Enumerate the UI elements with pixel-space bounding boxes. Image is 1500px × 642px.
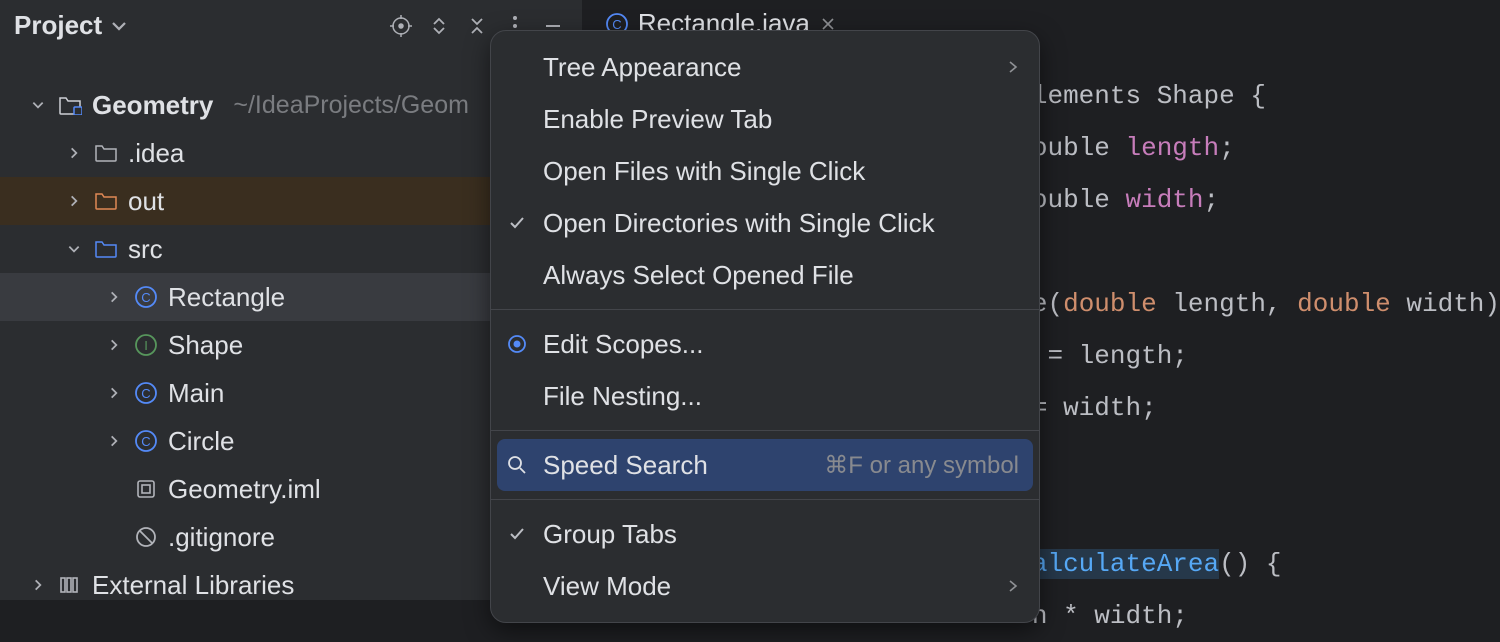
- tree-item-label: Shape: [168, 330, 243, 361]
- tree-item-label: Circle: [168, 426, 234, 457]
- gitignore-icon: [134, 526, 158, 548]
- menu-edit-scopes[interactable]: Edit Scopes...: [491, 318, 1039, 370]
- tree-item-label: External Libraries: [92, 570, 294, 601]
- menu-shortcut: ⌘F or any symbol: [824, 451, 1019, 480]
- interface-icon: I: [134, 334, 158, 356]
- menu-open-dirs-single[interactable]: Open Directories with Single Click: [491, 197, 1039, 249]
- tree-item-label: Rectangle: [168, 282, 285, 313]
- menu-always-select[interactable]: Always Select Opened File: [491, 249, 1039, 301]
- chevron-down-icon[interactable]: [110, 17, 128, 35]
- iml-icon: [134, 478, 158, 500]
- svg-text:I: I: [144, 338, 148, 353]
- chevron-right-icon[interactable]: [28, 578, 48, 592]
- chevron-down-icon[interactable]: [28, 98, 48, 112]
- tree-root-name: Geometry: [92, 90, 213, 121]
- menu-enable-preview[interactable]: Enable Preview Tab: [491, 93, 1039, 145]
- search-icon: [505, 455, 529, 475]
- folder-icon: [94, 191, 118, 211]
- expand-all-icon[interactable]: [424, 11, 454, 41]
- chevron-right-icon: [1007, 59, 1019, 75]
- class-icon: C: [134, 430, 158, 452]
- chevron-right-icon[interactable]: [104, 290, 124, 304]
- menu-tree-appearance[interactable]: Tree Appearance: [491, 41, 1039, 93]
- folder-icon: [94, 143, 118, 163]
- svg-text:C: C: [141, 434, 150, 449]
- collapse-all-icon[interactable]: [462, 11, 492, 41]
- class-icon: C: [134, 382, 158, 404]
- chevron-right-icon[interactable]: [104, 338, 124, 352]
- tree-item-label: out: [128, 186, 164, 217]
- tree-item-label: .idea: [128, 138, 184, 169]
- chevron-down-icon[interactable]: [64, 242, 84, 256]
- chevron-right-icon[interactable]: [104, 386, 124, 400]
- library-icon: [58, 575, 82, 595]
- target-icon[interactable]: [386, 11, 416, 41]
- chevron-right-icon: [1007, 578, 1019, 594]
- menu-open-files-single[interactable]: Open Files with Single Click: [491, 145, 1039, 197]
- svg-text:C: C: [141, 386, 150, 401]
- folder-icon: [94, 239, 118, 259]
- tree-item-label: Geometry.iml: [168, 474, 321, 505]
- chevron-right-icon[interactable]: [64, 194, 84, 208]
- tree-item-label: .gitignore: [168, 522, 275, 553]
- chevron-right-icon[interactable]: [104, 434, 124, 448]
- context-menu: Tree Appearance Enable Preview Tab Open …: [490, 30, 1040, 623]
- tree-root-path: ~/IdeaProjects/Geom: [233, 91, 469, 120]
- menu-view-mode[interactable]: View Mode: [491, 560, 1039, 612]
- radio-icon: [505, 334, 529, 354]
- menu-separator: [491, 309, 1039, 310]
- svg-text:C: C: [141, 290, 150, 305]
- class-icon: C: [134, 286, 158, 308]
- menu-separator: [491, 499, 1039, 500]
- menu-separator: [491, 430, 1039, 431]
- menu-file-nesting[interactable]: File Nesting...: [491, 370, 1039, 422]
- check-icon: [505, 214, 529, 232]
- menu-speed-search[interactable]: Speed Search ⌘F or any symbol: [497, 439, 1033, 491]
- tree-item-label: src: [128, 234, 163, 265]
- tree-item-label: Main: [168, 378, 224, 409]
- project-folder-icon: [58, 95, 82, 115]
- check-icon: [505, 525, 529, 543]
- menu-group-tabs[interactable]: Group Tabs: [491, 508, 1039, 560]
- sidebar-title[interactable]: Project: [14, 10, 102, 41]
- chevron-right-icon[interactable]: [64, 146, 84, 160]
